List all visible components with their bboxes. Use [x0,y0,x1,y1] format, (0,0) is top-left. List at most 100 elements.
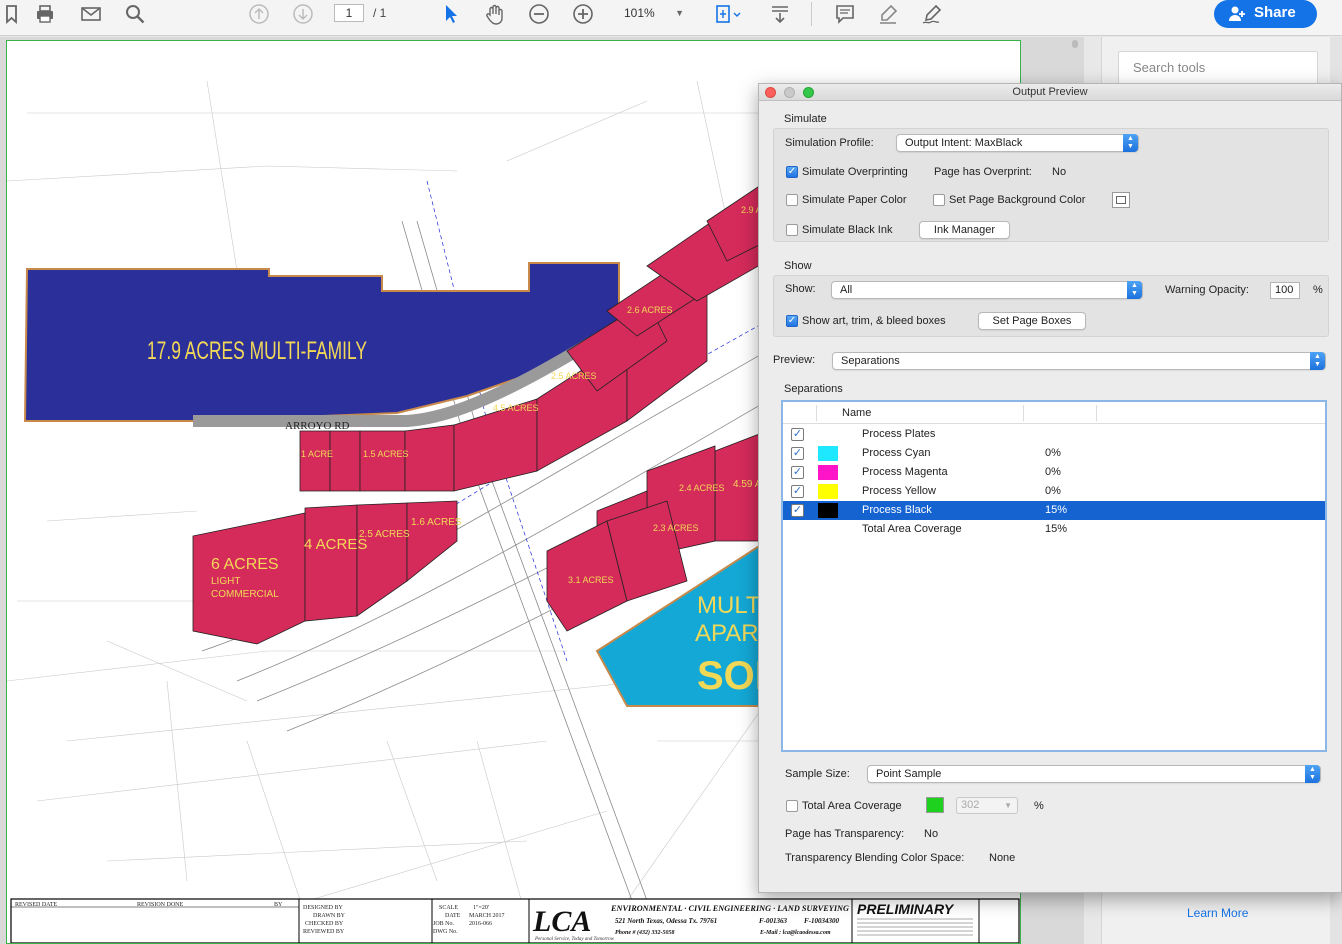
zoom-in-icon[interactable] [569,2,597,26]
show-header: Show [784,260,812,272]
separation-name: Process Cyan [862,447,931,459]
simulate-black-ink-checkbox[interactable] [786,224,798,236]
parcel-label-2-3acres: 2.3 ACRES [653,523,699,533]
tb-tagline: Personal Service, Today and Tomorrow [534,937,615,942]
scrollbar-thumb[interactable] [1072,40,1078,48]
warning-opacity-input[interactable]: 100 [1270,282,1300,299]
simulate-overprinting-checkbox[interactable]: ✓ [786,166,798,178]
separation-visible-checkbox[interactable]: ✓ [791,428,804,441]
separation-row[interactable]: ✓ Process Yellow 0% [783,482,1325,501]
zoom-search-icon[interactable] [121,2,149,26]
set-page-bg-color-checkbox[interactable] [933,194,945,206]
separation-row[interactable]: ✓ Process Magenta 0% [783,463,1325,482]
parcel-label-2-6acres: 2.6 ACRES [627,305,673,315]
bookmark-icon[interactable] [0,2,28,26]
zoom-level-select[interactable]: 101% ▼ [614,4,692,22]
separation-row[interactable]: Total Area Coverage 15% [783,520,1325,539]
updown-icon: ▲ ▼ [1305,765,1320,783]
separation-visible-checkbox[interactable]: ✓ [791,485,804,498]
tb-firm1: F-001363 [759,917,788,925]
mail-icon[interactable] [77,2,105,26]
simulation-profile-label: Simulation Profile: [785,137,874,149]
toolbar-divider [811,2,812,26]
separation-name: Total Area Coverage [862,523,962,535]
tb-job-no: JOB No. [433,921,455,927]
warning-opacity-percent: % [1313,284,1323,296]
dialog-titlebar[interactable]: Output Preview [759,84,1341,101]
toolbar: 1 / 1 101% ▼ Share [0,0,1342,36]
scroll-mode-icon[interactable] [766,2,794,26]
parcel-label-2-5acres-b: 2.5 ACRES [551,371,597,381]
separation-coverage: 0% [1045,466,1061,478]
tb-checked-by: CHECKED BY [305,921,344,927]
sign-icon[interactable] [918,2,946,26]
separation-row[interactable]: ✓ Process Black 15% [783,501,1325,520]
tb-date: DATE [445,913,461,919]
separation-visible-checkbox[interactable]: ✓ [791,504,804,517]
show-art-boxes-checkbox[interactable]: ✓ [786,315,798,327]
warning-opacity-label: Warning Opacity: [1165,284,1249,296]
column-name-header[interactable]: Name [842,407,871,419]
page-number-input[interactable]: 1 [334,4,364,22]
select-arrow-icon[interactable] [437,2,465,26]
coverage-limit-value: 302 [961,799,980,811]
simulate-paper-color-checkbox[interactable] [786,194,798,206]
parcel-label-multifamily: 17.9 ACRES MULTI-FAMILY [147,337,367,365]
separation-row[interactable]: ✓ Process Plates [783,425,1325,444]
total-area-coverage-checkbox[interactable] [786,800,798,812]
search-tools-input[interactable]: Search tools [1118,51,1318,85]
add-user-icon [1229,6,1245,21]
close-window-icon[interactable] [765,87,776,98]
learn-more-link[interactable]: Learn More [1187,906,1248,920]
separation-color-swatch [818,484,838,499]
highlight-icon[interactable] [874,2,902,26]
tb-preliminary: PRELIMINARY [857,901,955,917]
zoom-window-icon[interactable] [803,87,814,98]
share-button[interactable]: Share [1214,0,1317,28]
simulate-black-ink-label: Simulate Black Ink [802,224,893,236]
set-page-boxes-button[interactable]: Set Page Boxes [978,312,1086,330]
comment-icon[interactable] [831,2,859,26]
tb-firm2: F-10034300 [804,917,840,925]
hand-icon[interactable] [481,2,509,26]
tb-email: E-Mail : lca@lcaodessa.com [759,930,831,936]
page-bg-color-swatch[interactable] [1112,192,1130,208]
show-art-boxes-label: Show art, trim, & bleed boxes [802,315,946,327]
acrobat-window: 1 / 1 101% ▼ Share 17.9 ACRES MULTI-FAMI… [0,0,1342,944]
simulate-paper-color-label: Simulate Paper Color [802,194,907,206]
show-select[interactable]: All ▲ ▼ [831,281,1143,299]
separation-name: Process Yellow [862,485,936,497]
separation-visible-checkbox[interactable]: ✓ [791,466,804,479]
fit-page-icon[interactable] [710,2,746,26]
preview-value: Separations [841,355,900,367]
coverage-percent: % [1034,800,1044,812]
separation-row[interactable]: ✓ Process Cyan 0% [783,444,1325,463]
page-has-overprint-value: No [1052,166,1067,178]
sample-size-select[interactable]: Point Sample ▲ ▼ [867,765,1321,783]
print-icon[interactable] [31,2,59,26]
blending-color-space-label: Transparency Blending Color Space: [785,852,965,864]
separation-visible-checkbox[interactable]: ✓ [791,447,804,460]
updown-icon: ▲ ▼ [1123,134,1138,152]
separations-list[interactable]: Name ✓ Process Plates ✓ Process Cyan 0% ✓ Proc… [781,400,1327,752]
preview-select[interactable]: Separations ▲ ▼ [832,352,1326,370]
simulation-profile-select[interactable]: Output Intent: MaxBlack ▲ ▼ [896,134,1139,152]
ink-manager-button[interactable]: Ink Manager [919,221,1010,239]
updown-icon: ▲ ▼ [1127,281,1142,299]
page-down-icon[interactable] [289,2,317,26]
zoom-out-icon[interactable] [525,2,553,26]
updown-icon: ▲ ▼ [1310,352,1325,370]
tb-date-val: MARCH 2017 [469,913,505,919]
tb-dwg-no: DWG No. [433,929,458,935]
simulation-profile-value: Output Intent: MaxBlack [905,137,1023,149]
parcel-label-4acres: 4 ACRES [304,536,367,553]
coverage-limit-select[interactable]: 302 ▼ [956,797,1018,814]
separation-coverage: 15% [1045,504,1068,516]
page-transparency-label: Page has Transparency: [785,828,905,840]
parcel-label-3-1acres: 3.1 ACRES [568,575,614,585]
separation-name: Process Magenta [862,466,948,478]
coverage-color-swatch[interactable] [926,797,944,813]
page-up-icon[interactable] [245,2,273,26]
preview-label: Preview: [773,354,816,366]
minimize-window-icon[interactable] [784,87,795,98]
